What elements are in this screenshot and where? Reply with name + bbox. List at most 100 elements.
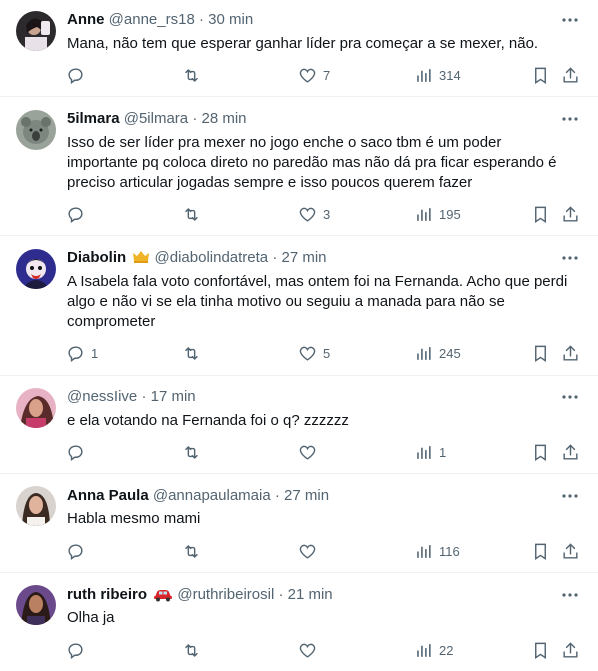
views-chart-icon	[417, 346, 431, 360]
views-chart-icon	[417, 643, 431, 657]
display-name[interactable]: Anne	[67, 11, 105, 28]
reply-button[interactable]	[66, 442, 91, 462]
share-icon	[563, 344, 578, 361]
like-button[interactable]	[298, 640, 323, 660]
tweet-header: Diabolin @diabolindatreta · 27 min	[67, 248, 327, 268]
action-bar: 1	[58, 442, 598, 462]
more-options-icon[interactable]	[560, 486, 580, 506]
reply-button[interactable]	[66, 65, 91, 85]
like-button[interactable]: 3	[298, 204, 330, 224]
bookmark-button[interactable]	[531, 541, 550, 561]
retweet-button[interactable]	[182, 204, 207, 224]
user-handle[interactable]: @5ilmara	[124, 110, 188, 127]
user-handle[interactable]: @ruthribeirosil	[177, 586, 274, 603]
more-options-icon[interactable]	[560, 248, 580, 268]
reply-icon	[68, 642, 83, 659]
share-button[interactable]	[561, 343, 580, 363]
bookmark-icon	[535, 206, 546, 223]
display-name[interactable]: Anna Paula	[67, 487, 149, 504]
tweet[interactable]: Anna Paula @annapaulamaia · 27 min Habla…	[0, 474, 598, 573]
retweet-button[interactable]	[182, 343, 207, 363]
tweet-header: 5ilmara @5ilmara · 28 min	[67, 109, 247, 129]
views-button[interactable]: 245	[414, 343, 461, 363]
retweet-icon	[185, 445, 198, 459]
view-count: 22	[439, 642, 454, 658]
avatar[interactable]	[16, 249, 56, 289]
reply-icon	[68, 543, 83, 560]
heart-icon	[299, 643, 316, 658]
display-name[interactable]: ruth ribeiro	[67, 586, 147, 603]
share-button[interactable]	[561, 204, 580, 224]
retweet-button[interactable]	[182, 65, 207, 85]
bookmark-button[interactable]	[531, 204, 550, 224]
retweet-button[interactable]	[182, 541, 207, 561]
tweet[interactable]: Diabolin @diabolindatreta · 27 min A Isa…	[0, 236, 598, 376]
more-options-icon[interactable]	[560, 109, 580, 129]
tweet[interactable]: 5ilmara @5ilmara · 28 min Isso de ser lí…	[0, 97, 598, 236]
reply-button[interactable]	[66, 541, 91, 561]
bookmark-icon	[535, 642, 546, 659]
more-options-icon[interactable]	[560, 585, 580, 605]
action-bar: 1 5 245	[58, 343, 598, 363]
share-button[interactable]	[561, 541, 580, 561]
tweet-text: Olha ja	[67, 609, 115, 626]
view-count: 116	[439, 543, 460, 559]
timestamp[interactable]: 17 min	[151, 388, 196, 405]
action-bar: 116	[58, 541, 598, 561]
avatar[interactable]	[16, 388, 56, 428]
reply-button[interactable]: 1	[66, 343, 98, 363]
bookmark-button[interactable]	[531, 640, 550, 660]
like-count: 3	[323, 206, 331, 222]
avatar[interactable]	[16, 110, 56, 150]
bookmark-button[interactable]	[531, 343, 550, 363]
views-button[interactable]: 195	[414, 204, 461, 224]
share-icon	[563, 542, 578, 559]
display-name[interactable]: Diabolin	[67, 249, 126, 266]
retweet-button[interactable]	[182, 640, 207, 660]
user-handle[interactable]: @anne_rs18	[109, 11, 195, 28]
avatar[interactable]	[16, 585, 56, 625]
retweet-button[interactable]	[182, 442, 207, 462]
display-name[interactable]: 5ilmara	[67, 110, 120, 127]
reply-icon	[68, 67, 83, 84]
tweet-header: @nessIive · 17 min	[67, 387, 196, 407]
views-button[interactable]: 314	[414, 65, 461, 85]
tweet-text: Mana, não tem que esperar ganhar líder p…	[67, 35, 539, 52]
user-handle[interactable]: @annapaulamaia	[153, 487, 271, 504]
tweet[interactable]: @nessIive · 17 min e ela votando na Fern…	[0, 376, 598, 474]
bookmark-button[interactable]	[531, 442, 550, 462]
reply-icon	[68, 444, 83, 461]
share-button[interactable]	[561, 442, 580, 462]
views-button[interactable]: 1	[414, 442, 446, 462]
like-button[interactable]: 7	[298, 65, 330, 85]
like-button[interactable]	[298, 541, 323, 561]
timestamp[interactable]: 27 min	[282, 249, 327, 266]
bookmark-icon	[535, 444, 546, 461]
like-button[interactable]	[298, 442, 323, 462]
avatar[interactable]	[16, 11, 56, 51]
avatar[interactable]	[16, 486, 56, 526]
share-button[interactable]	[561, 640, 580, 660]
separator-dot: ·	[192, 110, 198, 127]
car-emoji	[153, 588, 173, 608]
timestamp[interactable]: 21 min	[288, 586, 333, 603]
user-handle[interactable]: @diabolindatreta	[155, 249, 269, 266]
views-button[interactable]: 116	[414, 541, 460, 561]
tweet[interactable]: ruth ribeiro @ruthribeirosil · 21 min Ol…	[0, 573, 598, 671]
timestamp[interactable]: 30 min	[208, 11, 253, 28]
more-options-icon[interactable]	[560, 387, 580, 407]
timestamp[interactable]: 28 min	[201, 110, 246, 127]
reply-button[interactable]	[66, 640, 91, 660]
bookmark-button[interactable]	[531, 65, 550, 85]
views-chart-icon	[417, 544, 431, 558]
crown-icon	[132, 249, 150, 271]
user-handle[interactable]: @nessIive	[67, 388, 137, 405]
like-button[interactable]: 5	[298, 343, 330, 363]
tweet[interactable]: Anne @anne_rs18 · 30 min Mana, não tem q…	[0, 0, 598, 97]
more-options-icon[interactable]	[560, 10, 580, 30]
views-button[interactable]: 22	[414, 640, 453, 660]
reply-button[interactable]	[66, 204, 91, 224]
share-icon	[563, 205, 578, 222]
share-button[interactable]	[561, 65, 580, 85]
timestamp[interactable]: 27 min	[284, 487, 329, 504]
